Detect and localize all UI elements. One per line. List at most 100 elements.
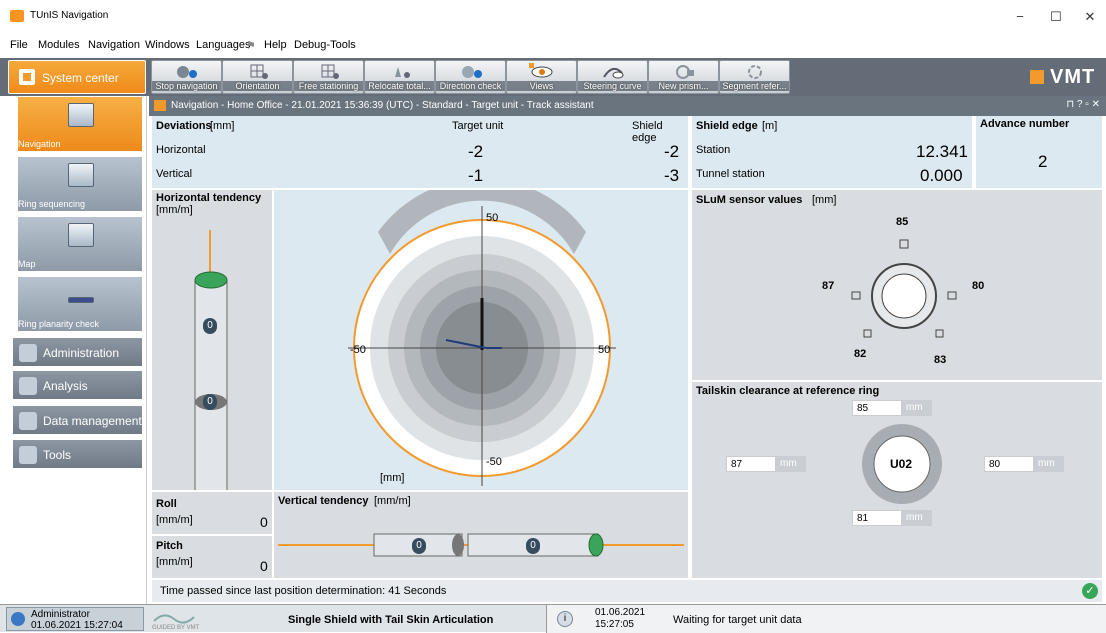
sidebar-category-analysis[interactable]: Analysis xyxy=(12,370,143,400)
menu-file[interactable]: File xyxy=(10,39,28,51)
horizontal-tendency-graphic xyxy=(194,230,228,490)
sidebar-item-navigation[interactable]: Navigation xyxy=(17,96,143,152)
tailskin-left-value[interactable]: 87 xyxy=(726,456,776,472)
target-top-label: 50 xyxy=(486,212,499,224)
pitch-value: 0 xyxy=(260,558,268,574)
shield-edge-header: Shield edge xyxy=(632,120,663,144)
sidebar-category-tools[interactable]: Tools xyxy=(12,439,143,469)
relocate-total-label: Relocate total... xyxy=(365,81,434,91)
target-left-label: -50 xyxy=(350,344,366,356)
window-title: TUnIS Navigation xyxy=(30,10,109,21)
orientation-button[interactable]: Orientation xyxy=(222,60,293,94)
advance-number-title: Advance number xyxy=(980,118,1070,130)
tailskin-right-unit: mm xyxy=(1034,456,1064,472)
direction-check-button[interactable]: Direction check xyxy=(435,60,506,94)
tailskin-left-unit: mm xyxy=(776,456,806,472)
logo-text: VMT xyxy=(1050,66,1096,88)
vertical-tendency-front-value: 0 xyxy=(526,538,540,554)
category-label: Administration xyxy=(43,346,120,360)
vertical-label: Vertical xyxy=(156,168,193,180)
station-label: Station xyxy=(696,144,731,156)
shield-edge-unit: [m] xyxy=(762,120,778,132)
sidebar-item-ring-planarity-check[interactable]: Ring planarity check xyxy=(17,276,143,332)
tunnel-station-label: Tunnel station xyxy=(696,168,765,180)
roll-panel: Roll [mm/m] 0 xyxy=(152,492,272,534)
maximize-button[interactable]: ☐ xyxy=(1038,6,1074,28)
direction-check-icon xyxy=(462,66,482,78)
tailskin-top-value[interactable]: 85 xyxy=(852,400,902,416)
status-message: Waiting for target unit data xyxy=(673,614,802,626)
free-stationing-button[interactable]: Free stationing xyxy=(293,60,364,94)
menu-languages[interactable]: Languages xyxy=(196,39,250,51)
app-icon xyxy=(10,10,24,22)
window-control-buttons[interactable]: ⊓ ? ▫ ✕ xyxy=(1066,99,1100,110)
sidebar-item-label: Ring planarity check xyxy=(18,319,100,329)
vertical-tendency-rear-value: 0 xyxy=(412,538,426,554)
system-center-label: System center xyxy=(42,71,119,85)
content-header: Navigation - Home Office - 21.01.2021 15… xyxy=(149,96,1106,116)
advance-number-value: 2 xyxy=(1038,152,1048,171)
analysis-icon xyxy=(19,377,37,395)
stop-navigation-button[interactable]: Stop navigation xyxy=(151,60,222,94)
relocate-total-button[interactable]: Relocate total... xyxy=(364,60,435,94)
roll-value: 0 xyxy=(260,514,268,530)
sidebar-item-map[interactable]: Map xyxy=(17,216,143,272)
stop-navigation-icon xyxy=(177,66,197,78)
roll-unit: [mm/m] xyxy=(156,514,193,526)
close-button[interactable]: ✕ xyxy=(1072,6,1106,28)
shield-edge-panel: Shield edge [m] Station 12.341 Tunnel st… xyxy=(692,116,972,188)
menu-navigation[interactable]: Navigation xyxy=(88,39,140,51)
tunnel-station-value: 0.000 xyxy=(920,166,963,185)
deviations-unit: [mm] xyxy=(210,120,235,132)
target-unit-header: Target unit xyxy=(452,120,504,132)
menu-debug-tools[interactable]: Debug-Tools xyxy=(294,39,356,51)
menu-help[interactable]: Help xyxy=(264,39,287,51)
stop-navigation-label: Stop navigation xyxy=(152,81,221,91)
menu-windows[interactable]: Windows xyxy=(145,39,190,51)
sidebar-item-label: Navigation xyxy=(18,139,61,149)
slum-top-value: 85 xyxy=(896,216,909,228)
shield-edge-title: Shield edge xyxy=(696,120,758,132)
footer-status-bar: Administrator 01.06.2021 15:27:04 GUIDED… xyxy=(0,604,1106,633)
menu-modules[interactable]: Modules xyxy=(38,39,80,51)
sidebar-item-ring-sequencing[interactable]: Ring sequencing xyxy=(17,156,143,212)
sidebar-category-data-management[interactable]: Data management xyxy=(12,405,143,435)
target-display xyxy=(348,190,616,486)
eye-icon xyxy=(529,63,553,78)
orientation-icon xyxy=(250,64,268,79)
tailskin-right-value[interactable]: 80 xyxy=(984,456,1034,472)
user-box[interactable]: Administrator 01.06.2021 15:27:04 xyxy=(6,607,144,631)
horizontal-tendency-title: Horizontal tendency xyxy=(156,192,262,204)
target-unit-label: [mm] xyxy=(380,472,405,484)
info-icon[interactable]: i xyxy=(557,611,573,627)
tailskin-bottom-unit: mm xyxy=(902,510,932,526)
slum-sensor-panel: SLuM sensor values [mm] 85 87 80 82 83 xyxy=(692,190,1102,380)
direction-check-label: Direction check xyxy=(436,81,505,91)
tailskin-bottom-value[interactable]: 81 xyxy=(852,510,902,526)
system-center-button[interactable]: System center xyxy=(8,60,146,94)
pitch-panel: Pitch [mm/m] 0 xyxy=(152,536,272,578)
relocate-icon xyxy=(395,67,410,78)
segment-reference-button[interactable]: Segment refer... xyxy=(719,60,790,94)
new-prism-icon xyxy=(676,65,694,79)
status-ok-icon: ✓ xyxy=(1082,583,1098,599)
sidebar: Navigation Ring sequencing Map Ring plan… xyxy=(0,96,147,604)
steering-curve-label: Steering curve xyxy=(578,81,647,91)
title-bar: TUnIS Navigation − ☐ ✕ xyxy=(0,0,1106,34)
steering-curve-button[interactable]: Steering curve xyxy=(577,60,648,94)
new-prism-button[interactable]: New prism... xyxy=(648,60,719,94)
minimize-button[interactable]: − xyxy=(1002,6,1038,28)
map-icon xyxy=(68,223,94,247)
tools-icon xyxy=(19,446,37,464)
horizontal-tendency-front-value: 0 xyxy=(203,318,217,334)
new-prism-label: New prism... xyxy=(649,81,718,91)
views-button[interactable]: Views xyxy=(506,60,577,94)
message-time: 15:27:05 xyxy=(595,619,634,630)
category-label: Analysis xyxy=(43,379,88,393)
horizontal-target-value: -2 xyxy=(468,142,484,161)
vertical-tendency-title: Vertical tendency xyxy=(278,495,369,507)
tailskin-top-unit: mm xyxy=(902,400,932,416)
vmt-logo: VMT xyxy=(1030,66,1095,89)
content-title: Navigation - Home Office - 21.01.2021 15… xyxy=(171,100,594,111)
sidebar-category-administration[interactable]: Administration xyxy=(12,337,143,367)
